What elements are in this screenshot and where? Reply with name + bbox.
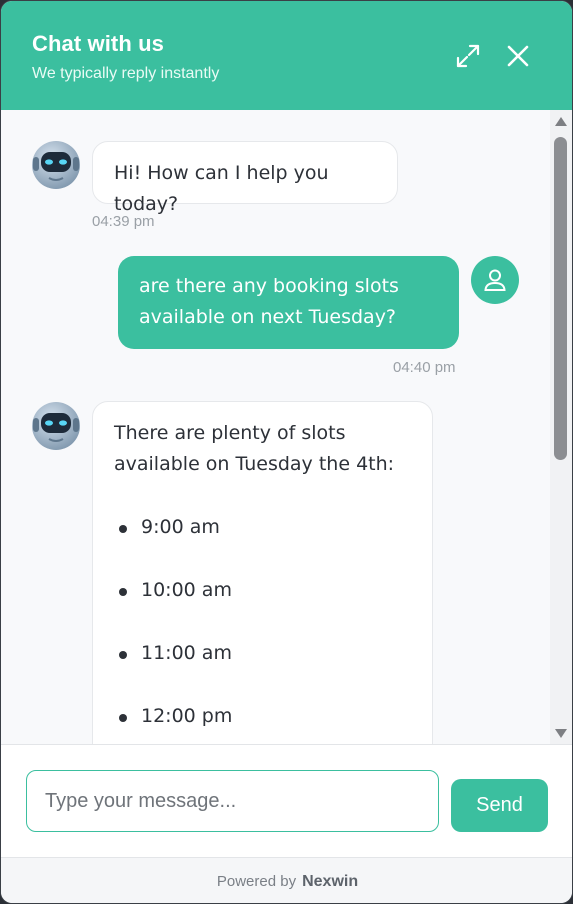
close-icon bbox=[507, 45, 529, 67]
scroll-up-arrow-icon[interactable] bbox=[555, 117, 567, 126]
user-message-text: are there any booking slots available on… bbox=[139, 275, 399, 328]
scroll-down-arrow-icon[interactable] bbox=[555, 729, 567, 738]
close-button[interactable] bbox=[503, 41, 533, 71]
powered-by-footer: Powered by Nexwin bbox=[1, 857, 572, 903]
brand-name[interactable]: Nexwin bbox=[302, 873, 358, 891]
message-timestamp: 04:39 pm bbox=[92, 213, 155, 230]
powered-by-label: Powered by bbox=[216, 873, 297, 890]
message-list[interactable]: Hi! How can I help you today? 04:39 pm a… bbox=[1, 110, 572, 744]
chat-subtitle: We typically reply instantly bbox=[32, 65, 220, 82]
list-item: 12:00 pm bbox=[114, 701, 411, 732]
chat-widget: Chat with us We typically reply instantl… bbox=[0, 0, 573, 904]
message-input[interactable] bbox=[26, 770, 439, 832]
bot-message-bubble: Hi! How can I help you today? bbox=[92, 141, 398, 215]
user-message-bubble: are there any booking slots available on… bbox=[118, 256, 459, 349]
user-avatar bbox=[471, 256, 519, 304]
message-composer: Send bbox=[1, 744, 572, 857]
slot-list: 9:00 am 10:00 am 11:00 am 12:00 pm bbox=[114, 512, 411, 732]
chat-header: Chat with us We typically reply instantl… bbox=[1, 1, 572, 110]
bot-message-text: Hi! How can I help you today? bbox=[114, 162, 329, 215]
robot-icon bbox=[32, 402, 80, 450]
scrollbar-thumb[interactable] bbox=[554, 137, 567, 460]
bot-avatar bbox=[31, 140, 81, 190]
bot-message-text: There are plenty of slots available on T… bbox=[114, 422, 395, 475]
expand-button[interactable] bbox=[453, 41, 483, 71]
list-item: 10:00 am bbox=[114, 575, 411, 606]
bot-avatar bbox=[31, 401, 81, 451]
expand-icon bbox=[456, 44, 480, 68]
chat-title: Chat with us bbox=[32, 31, 164, 56]
list-item: 9:00 am bbox=[114, 512, 411, 543]
list-item: 11:00 am bbox=[114, 638, 411, 669]
user-icon bbox=[484, 269, 506, 291]
message-timestamp: 04:40 pm bbox=[393, 359, 456, 376]
bot-message-bubble: There are plenty of slots available on T… bbox=[92, 401, 433, 744]
robot-icon bbox=[32, 141, 80, 189]
send-button[interactable]: Send bbox=[451, 779, 548, 832]
